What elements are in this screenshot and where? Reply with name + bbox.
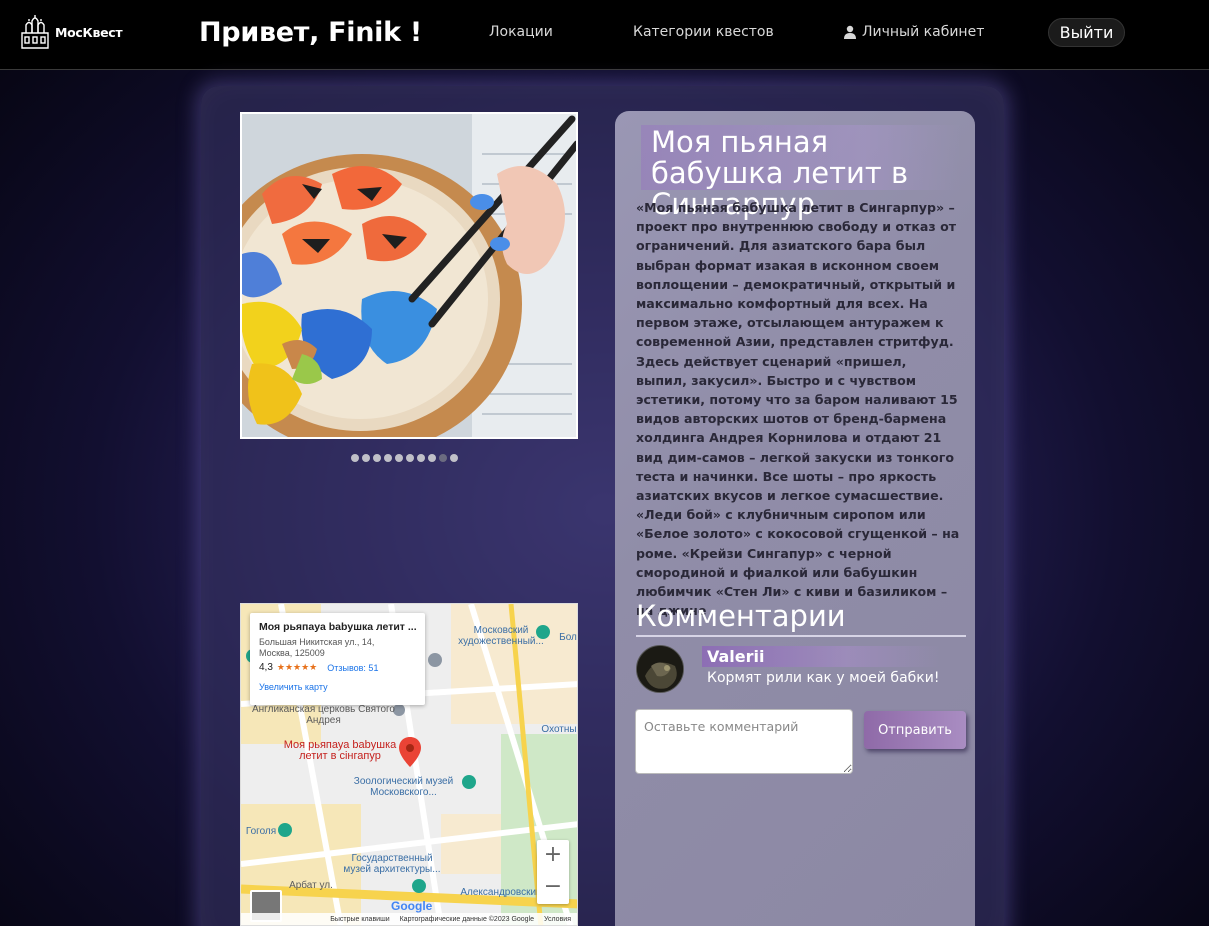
nav-link-cabinet[interactable]: Личный кабинет xyxy=(843,24,984,40)
map-label-museum: Московский художественный... xyxy=(458,625,544,647)
nav-link-locations[interactable]: Локации xyxy=(489,24,553,40)
gallery-dot[interactable] xyxy=(362,454,370,462)
map-label-church: Англиканская церковь Святого Андрея xyxy=(251,704,395,726)
map-enlarge-link[interactable]: Увеличить карту xyxy=(259,682,416,692)
logo-text: МосКвест xyxy=(55,24,123,40)
quest-description: «Моя пьяная бабушка летит в Сингарпур» –… xyxy=(636,200,960,619)
nav-link-cabinet-label: Личный кабинет xyxy=(862,24,985,40)
map-label-bol: Бол xyxy=(559,632,577,643)
map-info-rating: 4,3 xyxy=(259,662,273,673)
quest-photo[interactable] xyxy=(240,112,578,439)
map-terms-link[interactable]: Условия xyxy=(544,916,571,923)
map-info-reviews-link[interactable]: Отзывов: 51 xyxy=(327,663,378,673)
gallery-dot[interactable] xyxy=(395,454,403,462)
map-data-credit: Картографические данные ©2023 Google xyxy=(399,915,535,923)
gallery-dot-active[interactable] xyxy=(439,454,447,462)
map-info-title: Моя рьяпауа babушка летит ... xyxy=(259,621,416,633)
map-label-place: Моя рьяпауа babушка летит в сiнгапур xyxy=(283,739,397,762)
quest-title: Моя пьяная бабушка летит в Сингарпур xyxy=(641,125,961,220)
gallery-dot[interactable] xyxy=(351,454,359,462)
map-label-okhotny: Охотны xyxy=(541,724,577,735)
star-rating-icon: ★★★★★ xyxy=(276,662,318,672)
user-icon xyxy=(844,25,856,39)
top-navbar: МосКвест Привет, Finik ! Локации Категор… xyxy=(0,0,1209,70)
map-label-zoo-museum: Зоологический музей Московского... xyxy=(353,776,454,798)
comment-author: Valerii xyxy=(702,646,942,667)
map-info-address-line2: Москва, 125009 xyxy=(259,648,325,658)
logo[interactable]: МосКвест xyxy=(19,15,123,49)
gallery-dot[interactable] xyxy=(384,454,392,462)
gallery-dot[interactable] xyxy=(373,454,381,462)
map-label-gogol: Гоголя xyxy=(245,826,277,837)
map-label-arbat: Арбат ул. xyxy=(289,880,333,891)
kremlin-logo-icon xyxy=(21,15,49,49)
map-info-rating-row: 4,3 ★★★★★ Отзывов: 51 xyxy=(259,662,416,673)
gallery-dot[interactable] xyxy=(428,454,436,462)
map-info-address: Большая Никитская ул., 14, Москва, 12500… xyxy=(259,637,416,659)
map-label-arch-museum: Государственный музей архитектуры... xyxy=(343,853,441,875)
map-shortcuts-link[interactable]: Быстрые клавиши xyxy=(330,916,389,923)
gallery-dots xyxy=(351,454,458,462)
map-info-card: Моя рьяпауа babушка летит ... Большая Ни… xyxy=(250,613,425,705)
map-zoom-out-button[interactable]: − xyxy=(537,872,569,904)
gallery-dot[interactable] xyxy=(417,454,425,462)
map-zoom-in-button[interactable]: + xyxy=(537,840,569,872)
google-logo: Google xyxy=(391,899,433,913)
greeting-title: Привет, Finik ! xyxy=(199,17,422,48)
logout-button[interactable]: Выйти xyxy=(1048,18,1125,47)
map-pin-icon[interactable] xyxy=(399,737,421,767)
map-footer: Быстрые клавиши Картографические данные … xyxy=(241,913,577,925)
gallery-dot[interactable] xyxy=(406,454,414,462)
map-zoom-control: + − xyxy=(537,840,569,904)
location-map[interactable]: Московский художественный... Англиканска… xyxy=(240,603,578,926)
comment-text: Кормят рили как у моей бабки! xyxy=(707,670,940,686)
avatar xyxy=(636,645,684,693)
dim-sum-photo-image xyxy=(242,114,576,437)
send-comment-button[interactable]: Отправить xyxy=(864,711,966,749)
comments-heading: Комментарии xyxy=(636,599,966,637)
map-info-address-line1: Большая Никитская ул., 14, xyxy=(259,637,375,647)
map-label-alexandrovsky: Александровский xyxy=(460,887,542,898)
gallery-dot[interactable] xyxy=(450,454,458,462)
avatar-image xyxy=(637,646,683,692)
comment-input[interactable] xyxy=(635,709,853,774)
nav-link-categories[interactable]: Категории квестов xyxy=(633,24,774,40)
